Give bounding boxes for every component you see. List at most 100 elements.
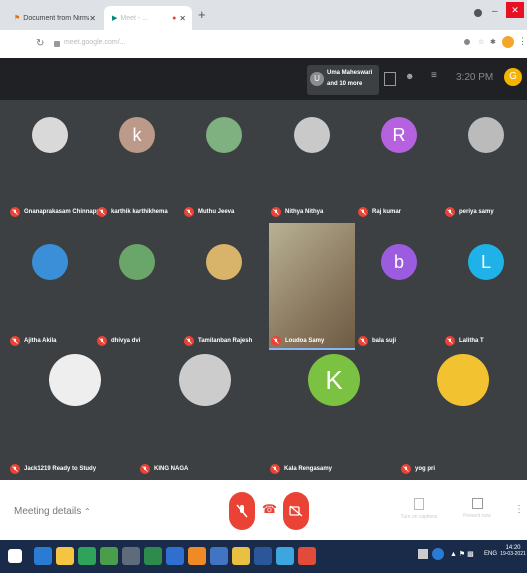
participant-avatar: [49, 354, 101, 406]
participant-avatar: [119, 244, 155, 280]
participant-label: Nithya Nithya: [271, 207, 323, 217]
new-tab-button[interactable]: +: [198, 7, 206, 22]
chrome-profile-avatar[interactable]: [502, 36, 514, 48]
windows-taskbar: ▲ ⚑ ▩ ENG 14:20 19-03-2021: [0, 540, 527, 573]
mic-muted-icon: [140, 464, 150, 474]
tab-close-icon[interactable]: ✕: [89, 14, 96, 23]
chevron-up-icon: ⌃: [84, 507, 91, 516]
close-window-icon[interactable]: ✕: [506, 2, 524, 18]
app-icon[interactable]: [298, 547, 316, 565]
taskbar-date: 19-03-2021: [500, 551, 526, 557]
participant-name: Muthu Jeeva: [198, 209, 235, 215]
browser-tab-document[interactable]: ⚑ Document from Nirmala - pages ✕: [6, 6, 102, 30]
mic-muted-icon: [97, 207, 107, 217]
participant-avatar: [437, 354, 489, 406]
browser-tab-meet[interactable]: ▶ Meet - ... ● ✕: [104, 6, 192, 30]
captions-label: Turn on captions: [400, 514, 438, 520]
app-icon[interactable]: [166, 547, 184, 565]
mic-muted-icon: [184, 207, 194, 217]
participant-name: KING NAGA: [154, 466, 189, 472]
meeting-details-button[interactable]: Meeting details ⌃: [14, 506, 91, 517]
edge-icon[interactable]: [34, 547, 52, 565]
profile-icon[interactable]: [474, 9, 482, 17]
lock-icon: [54, 41, 60, 47]
participant-label: Muthu Jeeva: [184, 207, 234, 217]
minimize-icon[interactable]: –: [492, 6, 498, 17]
file-explorer-icon[interactable]: [56, 547, 74, 565]
participant-name: Loudoa Samy: [285, 338, 325, 344]
more-options-icon[interactable]: ⋮: [514, 504, 524, 515]
app-icon[interactable]: [276, 547, 294, 565]
mic-muted-icon: [270, 464, 280, 474]
participant-avatar: k: [119, 117, 155, 153]
captions-icon: [414, 498, 424, 510]
url-text[interactable]: meet.google.com/...: [64, 39, 125, 46]
mic-muted-icon: [358, 336, 368, 346]
firefox-icon[interactable]: [188, 547, 206, 565]
participants-more: and 10 more: [327, 81, 363, 87]
tab-label: Document from Nirmala - pages: [23, 14, 89, 22]
present-icon: [471, 498, 483, 509]
participant-label: yog pri: [401, 464, 435, 474]
participant-label: Kala Rengasamy: [270, 464, 332, 474]
tab-favicon-icon: ▶: [112, 15, 118, 22]
meet-control-bar: Meeting details ⌃ ☎ Turn on captions Pre…: [0, 480, 527, 540]
app-icon[interactable]: [210, 547, 228, 565]
people-icon[interactable]: ☻: [405, 71, 414, 81]
app-icon[interactable]: [100, 547, 118, 565]
app-icon[interactable]: [144, 547, 162, 565]
participant-name: Lalitha T: [459, 338, 484, 344]
tray-icons[interactable]: ▲ ⚑ ▩: [450, 550, 474, 558]
avatar: U: [310, 72, 324, 86]
clock[interactable]: 14:20 19-03-2021: [500, 545, 526, 557]
participant-name: yog pri: [415, 466, 436, 472]
participant-label: Lalitha T: [445, 336, 484, 346]
participants-summary[interactable]: U Uma Maheswari and 10 more: [307, 65, 379, 95]
participant-avatar: L: [468, 244, 504, 280]
mic-muted-icon: [271, 336, 281, 346]
notification-icon[interactable]: [418, 549, 428, 559]
menu-icon[interactable]: ⋮: [518, 36, 527, 47]
tab-close-icon[interactable]: ✕: [179, 14, 186, 23]
language-indicator[interactable]: ENG: [484, 551, 497, 557]
windows-start-icon[interactable]: [8, 549, 22, 563]
mic-toggle-button[interactable]: [229, 492, 255, 530]
captions-button[interactable]: Turn on captions: [398, 498, 440, 520]
chat-icon[interactable]: ≡: [431, 70, 437, 81]
chrome-icon[interactable]: [232, 547, 250, 565]
present-label: Present now: [463, 513, 491, 519]
mic-muted-icon: [358, 207, 368, 217]
participant-name: periya samy: [459, 209, 494, 215]
app-icon[interactable]: [122, 547, 140, 565]
present-now-button[interactable]: Present now: [456, 498, 498, 519]
participant-label: Ajitha Akila: [10, 336, 56, 346]
mic-muted-icon: [10, 336, 20, 346]
recording-dot-icon: ●: [172, 14, 177, 22]
participant-grid: Gnanaprakasam Chinnapp... k karthik karthi…: [0, 100, 527, 480]
end-call-icon[interactable]: ☎: [262, 502, 277, 516]
meet-header: U Uma Maheswari and 10 more ☻ ≡ 3:20 PM …: [0, 58, 527, 100]
participant-label: periya samy: [445, 207, 494, 217]
mic-muted-icon: [271, 207, 281, 217]
participant-name: Raj kumar: [372, 209, 402, 215]
participant-label: Jack1219 Ready to Study: [10, 464, 96, 474]
layout-grid-icon[interactable]: [384, 72, 396, 86]
word-icon[interactable]: [254, 547, 272, 565]
active-speaker-video: [269, 223, 355, 350]
store-icon[interactable]: [78, 547, 96, 565]
participant-name: Ajitha Akila: [24, 338, 57, 344]
camera-toggle-button[interactable]: [283, 492, 309, 530]
mic-muted-icon: [10, 207, 20, 217]
participant-avatar: [179, 354, 231, 406]
user-avatar[interactable]: G: [504, 68, 522, 86]
star-icon[interactable]: ☆: [478, 38, 484, 46]
participant-avatar: [206, 244, 242, 280]
help-icon[interactable]: [432, 548, 444, 560]
mic-muted-icon: [97, 336, 107, 346]
participant-avatar: K: [308, 354, 360, 406]
participant-name: Kala Rengasamy: [284, 466, 333, 472]
camera-icon[interactable]: [464, 39, 470, 45]
participant-label: Gnanaprakasam Chinnapp...: [10, 207, 105, 217]
extensions-icon[interactable]: ✱: [490, 38, 496, 46]
reload-icon[interactable]: ↻: [36, 38, 44, 49]
